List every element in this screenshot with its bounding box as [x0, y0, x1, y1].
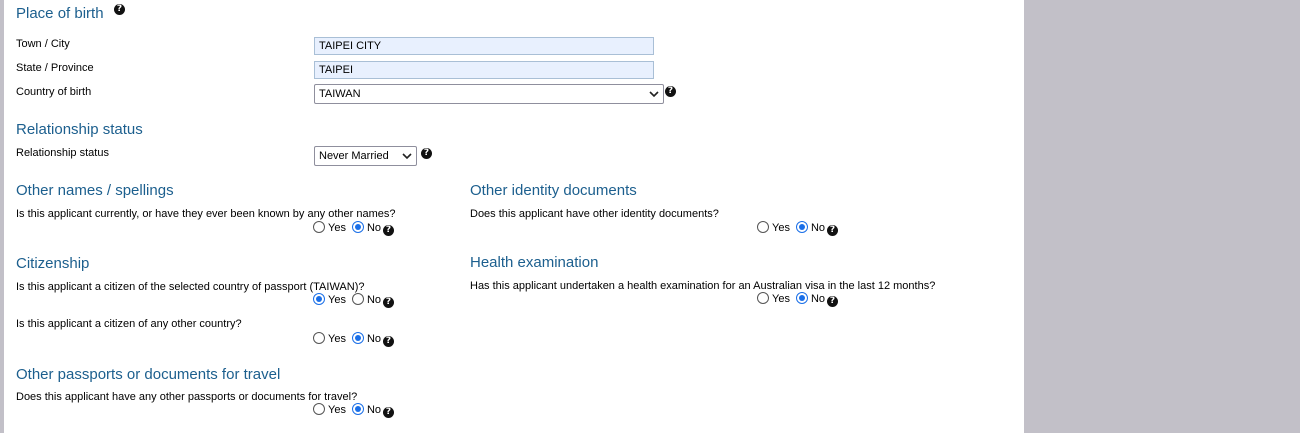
town-city-label: Town / City — [16, 38, 70, 50]
question-circle-icon[interactable]: ? — [827, 225, 839, 236]
citizenship-other-no-radio[interactable] — [351, 332, 364, 344]
other-names-radio-group: Yes No? — [313, 221, 395, 236]
yes-label: Yes — [772, 293, 790, 305]
no-label: No — [366, 294, 382, 306]
other-passports-radio-group: Yes No? — [313, 403, 395, 418]
question-circle-icon[interactable]: ? — [114, 4, 125, 15]
identity-documents-no-radio[interactable] — [795, 221, 808, 233]
health-examination-heading: Health examination — [470, 254, 599, 271]
no-label: No — [366, 404, 382, 416]
citizenship-passport-radio-group: Yes No? — [313, 293, 395, 308]
country-of-birth-select[interactable]: TAIWAN — [314, 84, 664, 104]
question-circle-icon[interactable]: ? — [421, 148, 432, 159]
identity-documents-question: Does this applicant have other identity … — [470, 208, 719, 220]
question-circle-icon[interactable]: ? — [665, 86, 676, 97]
yes-label: Yes — [328, 222, 346, 234]
chevron-down-icon — [649, 91, 659, 98]
other-names-heading: Other names / spellings — [16, 182, 174, 199]
yes-label: Yes — [328, 404, 346, 416]
no-label: No — [810, 293, 826, 305]
citizenship-heading: Citizenship — [16, 255, 90, 272]
relationship-status-heading: Relationship status — [16, 121, 143, 138]
state-province-input[interactable]: TAIPEI — [314, 61, 654, 79]
citizenship-passport-no-radio[interactable] — [351, 293, 364, 305]
question-circle-icon[interactable]: ? — [383, 225, 395, 236]
relationship-status-select[interactable]: Never Married — [314, 146, 417, 166]
question-circle-icon[interactable]: ? — [827, 296, 839, 307]
no-label: No — [810, 222, 826, 234]
country-of-birth-value: TAIWAN — [319, 88, 361, 100]
identity-documents-radio-group: Yes No? — [757, 221, 839, 236]
other-passports-heading: Other passports or documents for travel — [16, 366, 281, 383]
identity-documents-heading: Other identity documents — [470, 182, 637, 199]
country-of-birth-label: Country of birth — [16, 86, 92, 98]
right-side-panel — [1024, 0, 1300, 433]
other-passports-no-radio[interactable] — [351, 403, 364, 415]
no-label: No — [366, 222, 382, 234]
citizenship-passport-yes-radio[interactable] — [313, 293, 325, 305]
citizenship-question-other: Is this applicant a citizen of any other… — [16, 318, 242, 330]
citizenship-other-yes-radio[interactable] — [313, 332, 325, 344]
question-circle-icon[interactable]: ? — [383, 336, 395, 347]
other-passports-yes-radio[interactable] — [313, 403, 325, 415]
citizenship-other-radio-group: Yes No? — [313, 332, 395, 347]
health-examination-no-radio[interactable] — [795, 292, 808, 304]
other-names-yes-radio[interactable] — [313, 221, 325, 233]
place-of-birth-heading-text: Place of birth — [16, 5, 104, 22]
question-circle-icon[interactable]: ? — [383, 297, 395, 308]
identity-documents-yes-radio[interactable] — [757, 221, 769, 233]
town-city-input[interactable]: TAIPEI CITY — [314, 37, 654, 55]
question-circle-icon[interactable]: ? — [383, 407, 395, 418]
relationship-status-label: Relationship status — [16, 147, 109, 159]
relationship-status-value: Never Married — [319, 150, 389, 162]
place-of-birth-heading: Place of birth — [16, 5, 104, 23]
yes-label: Yes — [328, 294, 346, 306]
other-passports-question: Does this applicant have any other passp… — [16, 391, 358, 403]
yes-label: Yes — [328, 333, 346, 345]
other-names-question: Is this applicant currently, or have the… — [16, 208, 396, 220]
health-examination-yes-radio[interactable] — [757, 292, 769, 304]
health-examination-radio-group: Yes No? — [757, 292, 839, 307]
state-province-label: State / Province — [16, 62, 94, 74]
other-names-no-radio[interactable] — [351, 221, 364, 233]
health-examination-question: Has this applicant undertaken a health e… — [470, 280, 936, 292]
chevron-down-icon — [402, 153, 412, 160]
left-edge-bar — [0, 0, 4, 433]
yes-label: Yes — [772, 222, 790, 234]
no-label: No — [366, 333, 382, 345]
